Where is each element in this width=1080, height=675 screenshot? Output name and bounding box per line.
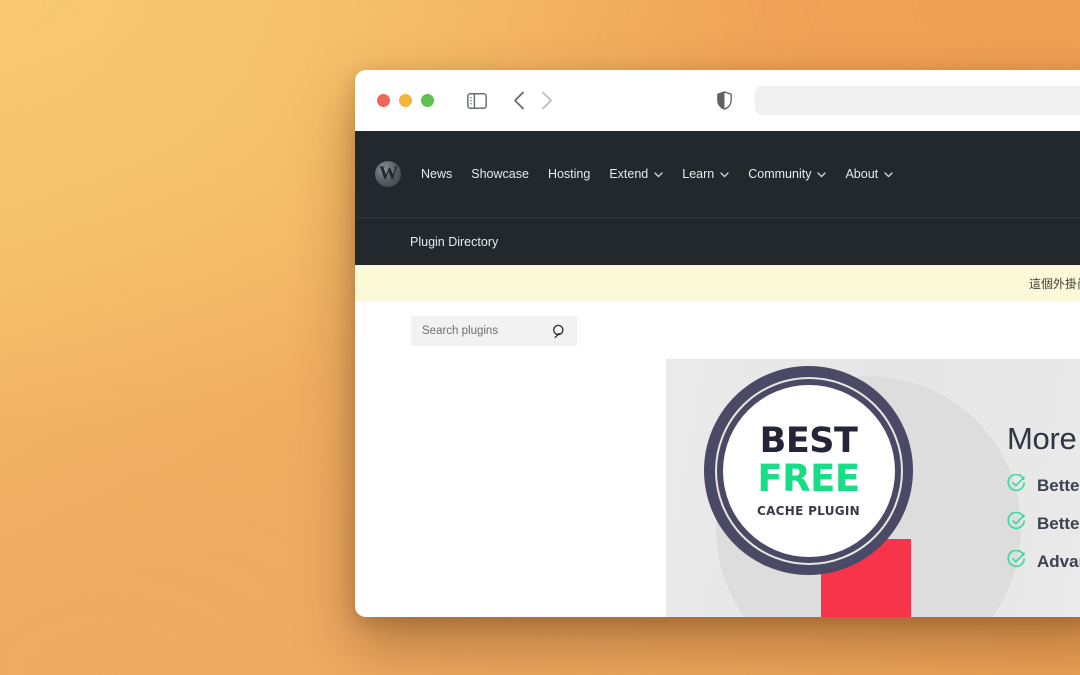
sidebar-toggle-icon[interactable] — [467, 92, 487, 109]
chevron-right-icon[interactable] — [541, 91, 553, 110]
feature-label: Advan — [1037, 552, 1080, 571]
chevron-down-icon — [654, 167, 663, 181]
check-circle-icon — [1007, 511, 1026, 536]
locale-notice-bar: 這個外掛尚無繁體中文本地化版本 — [355, 265, 1080, 302]
minimize-window-button[interactable] — [399, 94, 412, 107]
search-icon[interactable] — [552, 324, 567, 339]
banner-feature-list: Better Better — [1007, 473, 1080, 574]
nav-item-community[interactable]: Community — [748, 167, 827, 181]
nav-item-showcase[interactable]: Showcase — [471, 167, 529, 181]
nav-item-label: Hosting — [547, 167, 591, 181]
wordpress-logo-icon[interactable]: W — [375, 161, 401, 187]
nav-item-label: Showcase — [471, 167, 529, 181]
breadcrumb-bar: Plugin Directory — [355, 217, 1080, 265]
plugin-promo-banner[interactable]: BEST FREE CACHE PLUGIN More Bette Bette … — [666, 359, 1080, 617]
nav-item-news[interactable]: News — [421, 167, 452, 181]
feature-label: Better — [1037, 476, 1080, 495]
badge-line-cache-plugin: CACHE PLUGIN — [756, 503, 861, 518]
nav-item-extend[interactable]: Extend — [609, 167, 663, 181]
badge-line-free: FREE — [757, 457, 860, 501]
main-content: BEST FREE CACHE PLUGIN More — [355, 302, 1080, 617]
banner-heading: More — [1007, 421, 1077, 456]
nav-item-learn[interactable]: Learn — [682, 167, 729, 181]
site-header: W News Showcase Hosting Extend Learn Com… — [355, 131, 1080, 217]
badge-ring-inner: BEST FREE CACHE PLUGIN — [714, 376, 903, 565]
check-circle-icon — [1007, 549, 1026, 574]
chevron-down-icon — [817, 167, 827, 181]
browser-window: W News Showcase Hosting Extend Learn Com… — [355, 70, 1080, 617]
search-input[interactable] — [422, 325, 552, 337]
primary-nav: News Showcase Hosting Extend Learn Commu… — [421, 167, 893, 181]
chevron-left-icon[interactable] — [513, 91, 525, 110]
breadcrumb-plugin-directory[interactable]: Plugin Directory — [410, 235, 498, 249]
browser-toolbar — [355, 70, 1080, 131]
traffic-lights — [377, 94, 434, 107]
nav-item-hosting[interactable]: Hosting — [548, 167, 590, 181]
badge-face: BEST FREE CACHE PLUGIN — [722, 384, 895, 557]
nav-item-label: About — [845, 167, 879, 181]
nav-item-label: Community — [748, 167, 812, 181]
badge-line-best: BEST — [759, 421, 858, 462]
feature-label: Better — [1037, 514, 1080, 533]
nav-item-label: Extend — [609, 167, 649, 181]
chevron-down-icon — [884, 167, 893, 181]
feature-item: Better — [1007, 511, 1080, 536]
nav-item-label: Learn — [682, 167, 715, 181]
search-plugins-field[interactable] — [411, 316, 577, 346]
feature-item: Advan — [1007, 549, 1080, 574]
nav-item-label: News — [421, 167, 453, 181]
zoom-window-button[interactable] — [421, 94, 434, 107]
feature-item: Better — [1007, 473, 1080, 498]
nav-item-about[interactable]: About — [845, 167, 893, 181]
best-free-badge: BEST FREE CACHE PLUGIN — [704, 366, 913, 575]
address-bar[interactable] — [755, 86, 1080, 115]
banner-copy: More Better — [1007, 421, 1080, 574]
chevron-down-icon — [720, 167, 729, 181]
close-window-button[interactable] — [377, 94, 390, 107]
check-circle-icon — [1007, 473, 1026, 498]
shield-icon[interactable] — [717, 91, 732, 110]
locale-notice-text: 這個外掛尚無繁體中文本地化版本 — [1028, 277, 1080, 291]
